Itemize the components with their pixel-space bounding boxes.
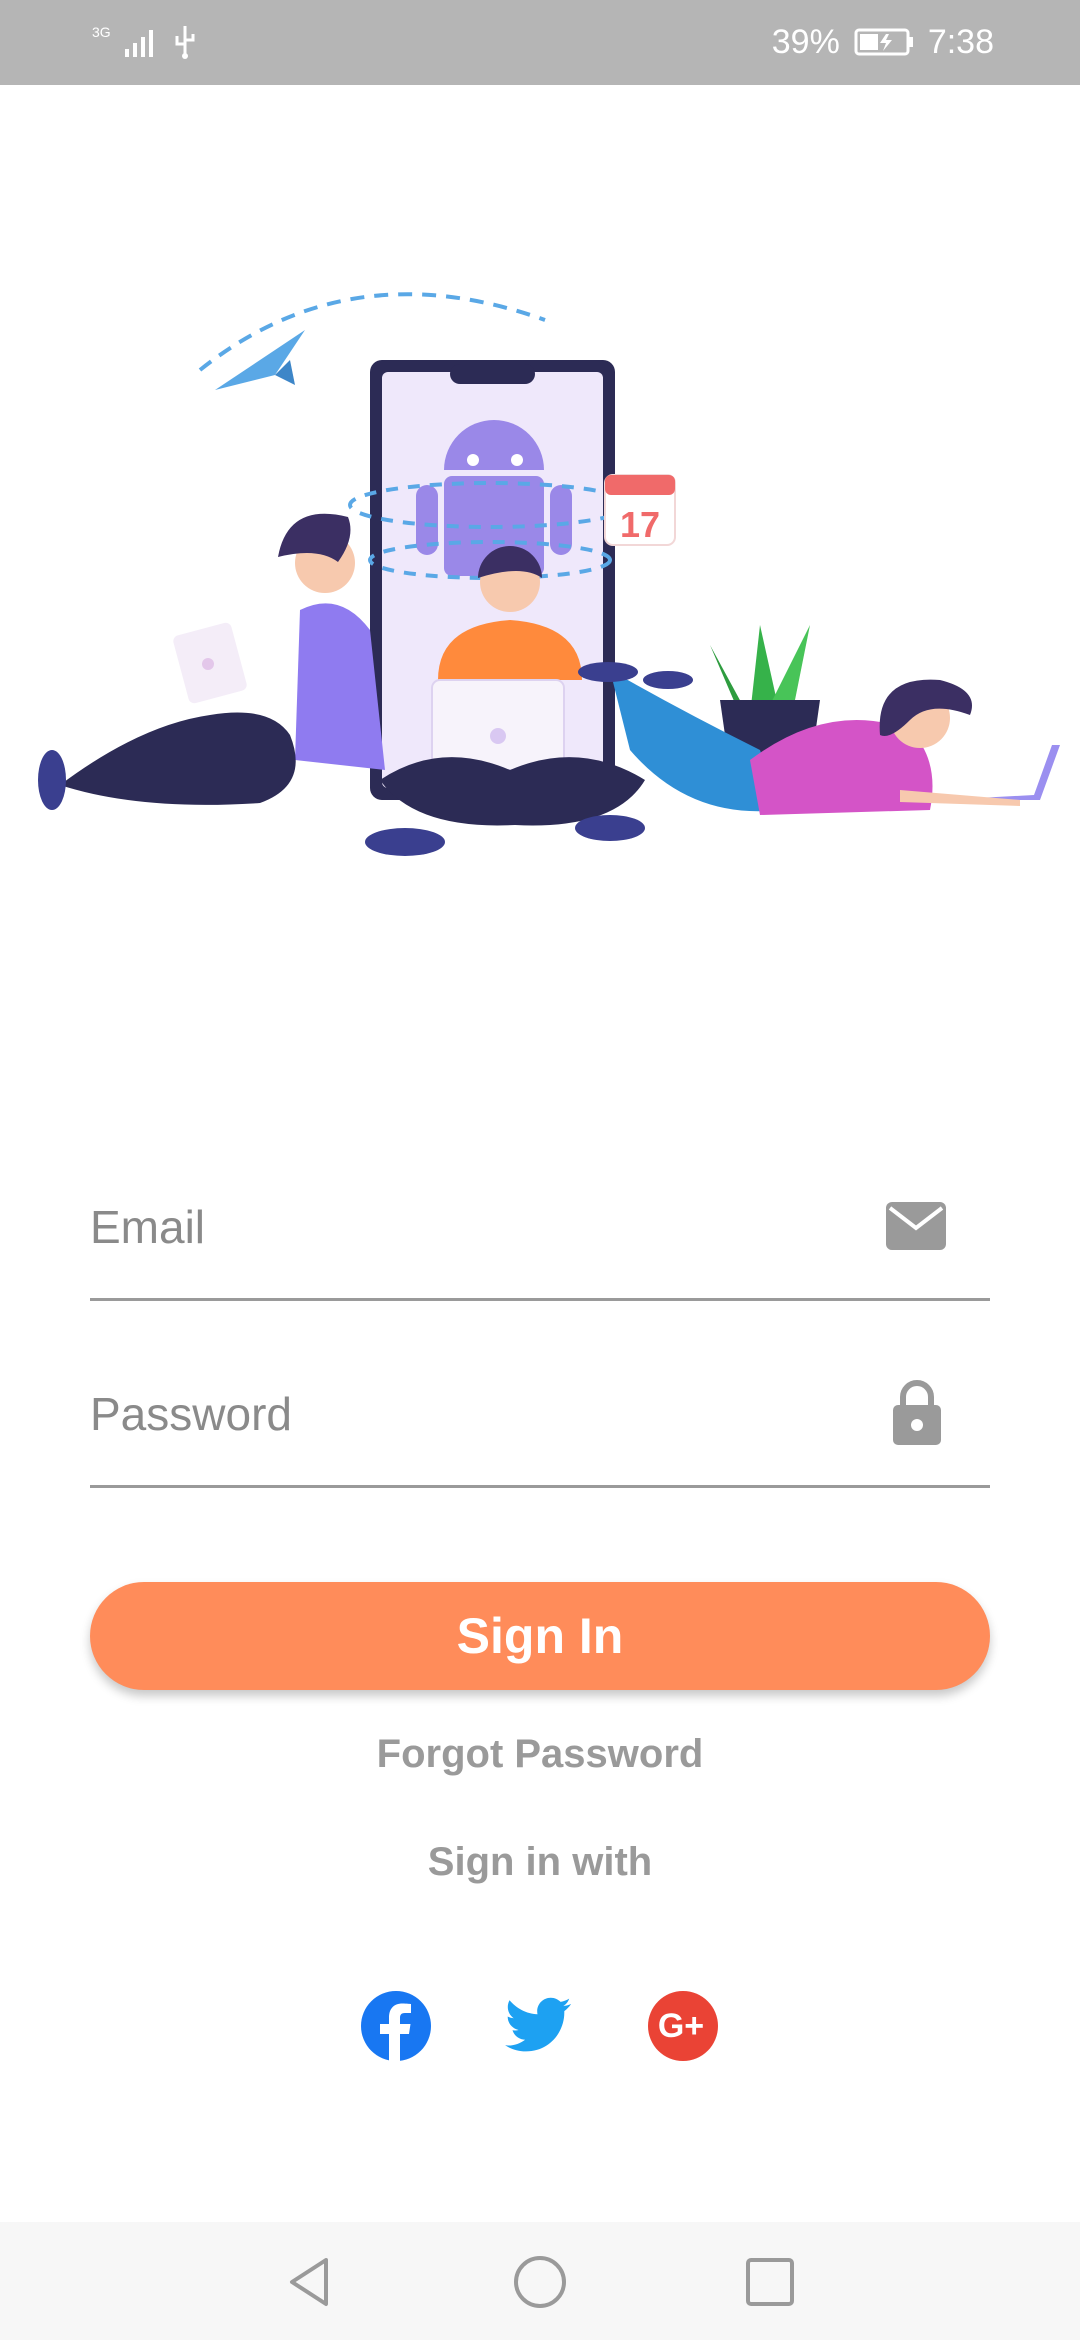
mail-icon: [886, 1202, 946, 1250]
battery-percent: 39%: [771, 22, 840, 61]
battery-icon: [854, 28, 913, 56]
sign-in-button[interactable]: Sign In: [90, 1582, 990, 1690]
twitter-button[interactable]: [503, 1990, 575, 2062]
home-icon[interactable]: [512, 2254, 568, 2310]
status-left: 3G: [92, 22, 197, 62]
svg-text:G+: G+: [658, 2007, 704, 2045]
sign-in-with-label: Sign in with: [427, 1840, 653, 1884]
google-plus-button[interactable]: G+: [647, 1990, 719, 2062]
clock: 7:38: [927, 22, 994, 61]
network-label: 3G: [92, 24, 111, 40]
facebook-button[interactable]: [360, 1990, 432, 2062]
back-icon[interactable]: [282, 2254, 338, 2310]
status-bar: 3G 39% 7:38: [0, 0, 1080, 85]
google-plus-icon: G+: [648, 1991, 718, 2061]
password-placeholder: Password: [90, 1388, 292, 1440]
lock-icon: [893, 1380, 941, 1445]
status-right: 39% 7:38: [772, 20, 994, 64]
calendar-day: 17: [620, 504, 660, 545]
signal-icon: [124, 30, 153, 57]
usb-icon: [175, 26, 195, 59]
recents-icon[interactable]: [742, 2254, 798, 2310]
facebook-icon: [361, 1991, 431, 2062]
email-field[interactable]: Email: [90, 1178, 990, 1301]
twitter-icon: [505, 1997, 571, 2052]
system-nav-bar: [0, 2222, 1080, 2340]
email-placeholder: Email: [90, 1201, 206, 1253]
password-field[interactable]: Password: [90, 1365, 990, 1488]
forgot-password-link[interactable]: Forgot Password: [0, 1732, 1080, 1777]
hero-illustration: 17: [20, 260, 1070, 890]
